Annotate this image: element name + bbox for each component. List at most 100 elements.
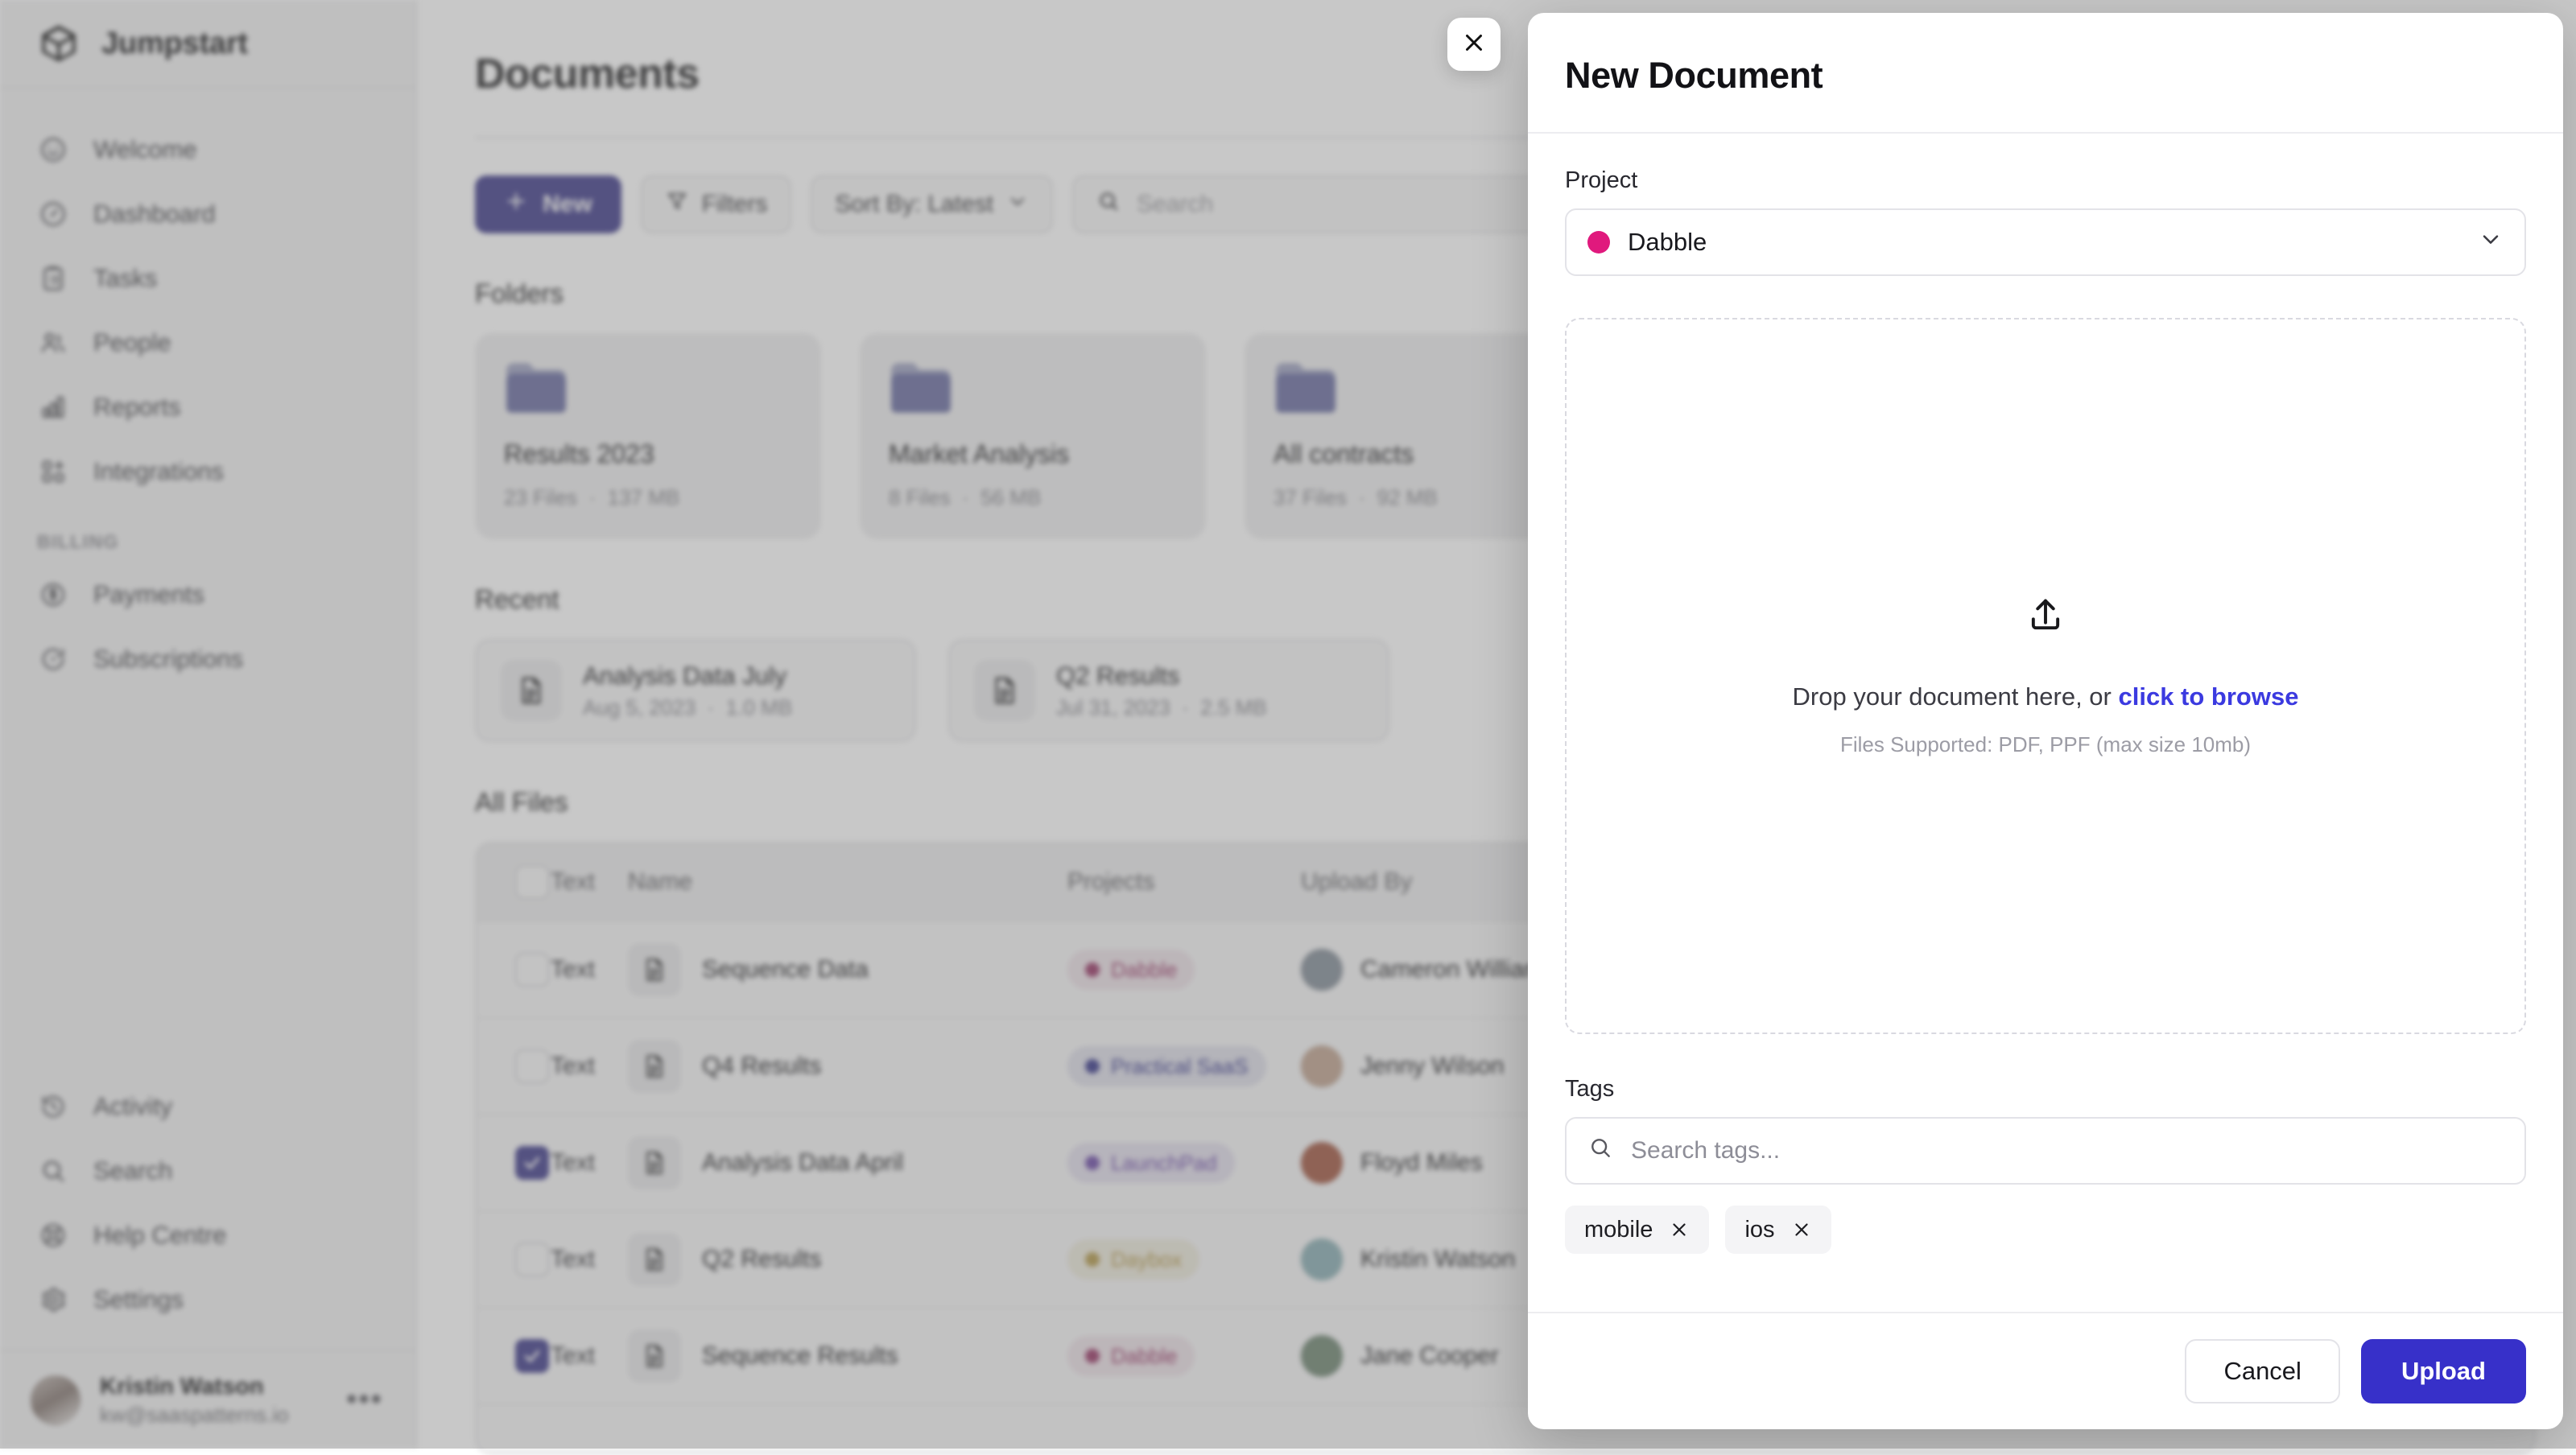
sidebar-item-help-centre[interactable]: Help Centre bbox=[0, 1203, 415, 1267]
file-dropzone[interactable]: Drop your document here, or click to bro… bbox=[1565, 318, 2526, 1034]
sidebar-item-reports[interactable]: Reports bbox=[0, 375, 415, 439]
drawer-title: New Document bbox=[1565, 55, 2526, 97]
status-badge: Practical SaaS bbox=[1067, 1046, 1266, 1086]
row-checkbox[interactable] bbox=[477, 953, 551, 987]
sidebar-item-label: Tasks bbox=[93, 264, 157, 293]
document-icon bbox=[628, 1040, 681, 1093]
tag-chip[interactable]: mobile bbox=[1565, 1206, 1709, 1254]
row-name: Sequence Results bbox=[628, 1329, 1067, 1383]
avatar bbox=[1301, 949, 1343, 991]
row-type: Text bbox=[551, 1342, 628, 1370]
sidebar-nav-primary: Welcome Dashboard Tasks People bbox=[0, 89, 415, 691]
sidebar-item-label: Help Centre bbox=[93, 1221, 226, 1250]
sidebar-item-integrations[interactable]: Integrations bbox=[0, 439, 415, 504]
tag-chip[interactable]: ios bbox=[1725, 1206, 1831, 1254]
document-icon bbox=[628, 1233, 681, 1286]
user-email: kw@saaspatterns.io bbox=[100, 1402, 289, 1428]
upload-icon bbox=[2025, 595, 2066, 641]
sidebar-nav-secondary: Activity Search Help Centre Settings bbox=[0, 1074, 415, 1350]
drawer-body: Project Dabble Drop your document here, … bbox=[1528, 134, 2563, 1312]
row-checkbox[interactable] bbox=[477, 1339, 551, 1373]
recent-name: Q2 Results bbox=[1056, 659, 1267, 693]
status-badge: Daybox bbox=[1067, 1239, 1199, 1280]
folder-meta: 23 Files · 137 MB bbox=[504, 485, 792, 510]
close-icon[interactable] bbox=[1669, 1219, 1690, 1240]
sidebar-item-label: Integrations bbox=[93, 457, 224, 486]
new-button[interactable]: New bbox=[475, 175, 621, 233]
sidebar-item-label: Dashboard bbox=[93, 200, 216, 229]
row-name: Q2 Results bbox=[628, 1233, 1067, 1286]
project-select[interactable]: Dabble bbox=[1565, 208, 2526, 276]
row-checkbox[interactable] bbox=[477, 1243, 551, 1276]
ellipsis-icon[interactable]: ••• bbox=[346, 1394, 383, 1406]
click-to-browse-link[interactable]: click to browse bbox=[2118, 682, 2298, 711]
sidebar-item-label: Activity bbox=[93, 1092, 172, 1121]
filters-button[interactable]: Filters bbox=[641, 175, 792, 233]
sidebar-item-label: Welcome bbox=[93, 135, 197, 164]
close-modal-button[interactable] bbox=[1447, 18, 1501, 71]
close-icon[interactable] bbox=[1791, 1219, 1812, 1240]
project-color-dot bbox=[1587, 231, 1610, 253]
avatar bbox=[1301, 1239, 1343, 1280]
sidebar-item-dashboard[interactable]: Dashboard bbox=[0, 182, 415, 246]
cancel-button[interactable]: Cancel bbox=[2185, 1339, 2340, 1403]
sidebar-item-label: Subscriptions bbox=[93, 645, 243, 674]
user-name: Kristin Watson bbox=[100, 1372, 289, 1401]
sidebar-item-label: Payments bbox=[93, 580, 204, 609]
sidebar-user-profile[interactable]: Kristin Watson kw@saaspatterns.io ••• bbox=[0, 1350, 415, 1449]
sidebar-item-label: Search bbox=[93, 1156, 172, 1185]
sort-by-dropdown[interactable]: Sort By: Latest bbox=[811, 175, 1053, 233]
drawer-footer: Cancel Upload bbox=[1528, 1312, 2563, 1429]
sidebar-item-label: Reports bbox=[93, 393, 181, 422]
row-type: Text bbox=[551, 956, 628, 983]
recent-card[interactable]: Analysis Data July Aug 5, 2023 · 1.0 MB bbox=[475, 639, 916, 742]
row-checkbox[interactable] bbox=[477, 1049, 551, 1083]
folder-meta: 8 Files · 56 MB bbox=[889, 485, 1177, 510]
dropzone-prompt: Drop your document here, or click to bro… bbox=[1793, 682, 2299, 711]
folder-name: All contracts bbox=[1274, 439, 1562, 469]
squares-plus-icon bbox=[37, 455, 69, 488]
row-name: Sequence Data bbox=[628, 943, 1067, 996]
column-header-projects: Projects bbox=[1067, 868, 1301, 896]
tag-label: mobile bbox=[1584, 1217, 1653, 1243]
lifebuoy-icon bbox=[37, 1219, 69, 1251]
dropzone-supported-formats: Files Supported: PDF, PPF (max size 10mb… bbox=[1840, 732, 2251, 757]
project-field-label: Project bbox=[1565, 167, 2526, 194]
tags-search-input[interactable]: Search tags... bbox=[1565, 1117, 2526, 1185]
plus-icon bbox=[504, 189, 528, 220]
close-icon bbox=[1460, 29, 1488, 60]
sidebar-item-payments[interactable]: Payments bbox=[0, 563, 415, 627]
tag-label: ios bbox=[1744, 1217, 1774, 1243]
sidebar-section-billing-label: BILLING bbox=[0, 504, 415, 563]
sidebar-item-welcome[interactable]: Welcome bbox=[0, 117, 415, 182]
status-badge: Dabble bbox=[1067, 1336, 1195, 1376]
column-header-text: Text bbox=[551, 868, 628, 896]
select-all-checkbox[interactable] bbox=[477, 865, 551, 899]
sidebar: Jumpstart Welcome Dashboard Tasks bbox=[0, 0, 417, 1449]
upload-button[interactable]: Upload bbox=[2361, 1339, 2526, 1403]
folder-name: Market Analysis bbox=[889, 439, 1177, 469]
row-project: Dabble bbox=[1067, 1336, 1301, 1376]
folder-meta: 37 Files · 92 MB bbox=[1274, 485, 1562, 510]
document-icon bbox=[628, 943, 681, 996]
sidebar-item-people[interactable]: People bbox=[0, 311, 415, 375]
search-icon bbox=[37, 1155, 69, 1187]
chevron-down-icon bbox=[1006, 190, 1029, 219]
sidebar-item-subscriptions[interactable]: Subscriptions bbox=[0, 627, 415, 691]
folder-card[interactable]: Market Analysis 8 Files · 56 MB bbox=[860, 333, 1206, 539]
sidebar-item-settings[interactable]: Settings bbox=[0, 1267, 415, 1332]
row-name: Analysis Data April bbox=[628, 1136, 1067, 1189]
sidebar-item-search[interactable]: Search bbox=[0, 1139, 415, 1203]
recent-card[interactable]: Q2 Results Jul 31, 2023 · 2.5 MB bbox=[948, 639, 1389, 742]
sidebar-item-activity[interactable]: Activity bbox=[0, 1074, 415, 1139]
status-badge: LaunchPad bbox=[1067, 1143, 1235, 1183]
row-checkbox[interactable] bbox=[477, 1146, 551, 1180]
folder-card[interactable]: Results 2023 23 Files · 137 MB bbox=[475, 333, 821, 539]
clipboard-icon bbox=[37, 262, 69, 295]
document-icon bbox=[628, 1329, 681, 1383]
search-icon bbox=[1096, 189, 1121, 220]
sidebar-item-tasks[interactable]: Tasks bbox=[0, 246, 415, 311]
row-project: Practical SaaS bbox=[1067, 1046, 1301, 1086]
new-document-drawer: New Document Project Dabble Drop your do… bbox=[1528, 13, 2563, 1429]
users-icon bbox=[37, 327, 69, 359]
